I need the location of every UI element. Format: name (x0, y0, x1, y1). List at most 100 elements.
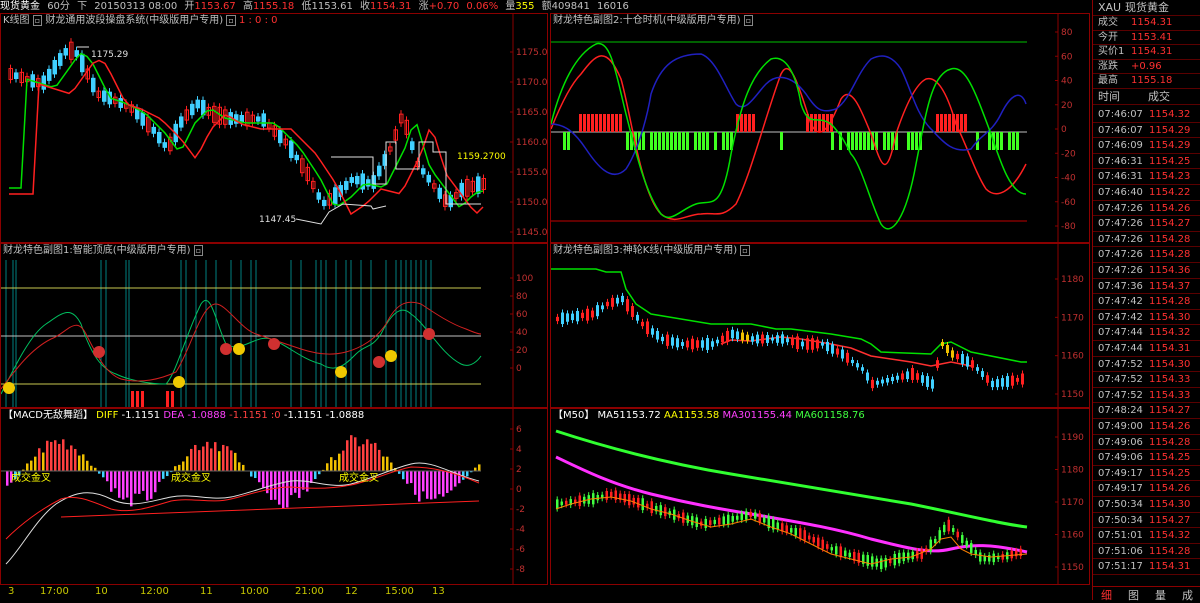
wheel-kline-panel[interactable]: 财龙特色副图3:神轮K线(中级版用户专用) ▫ 1180 1170 1160 1150 (550, 243, 1090, 408)
tick-row[interactable]: 07:47:26 1154.28 (1093, 247, 1200, 263)
axis-tick-label: 1150 (1061, 390, 1084, 400)
symbol-name[interactable]: 现货黄金 (0, 1, 40, 12)
tick-row[interactable]: 07:51:06 1154.28 (1093, 544, 1200, 560)
timing-bar-red (603, 114, 606, 132)
macd-bar (150, 471, 153, 499)
collapse-icon[interactable]: ▫ (740, 245, 750, 256)
macd-bar (254, 471, 257, 478)
tick-row[interactable]: 07:47:26 1154.36 (1093, 263, 1200, 279)
tick-row[interactable]: 07:49:06 1154.28 (1093, 435, 1200, 451)
collapse-icon[interactable]: ▫ (32, 15, 43, 26)
macd-bar (190, 448, 193, 471)
tick-row[interactable]: 07:49:00 1154.26 (1093, 419, 1200, 435)
macd-bar (54, 440, 57, 471)
candle (195, 99, 200, 109)
macd-bar (262, 471, 265, 488)
tick-row[interactable]: 07:46:40 1154.22 (1093, 185, 1200, 201)
candle (926, 376, 929, 387)
candle (278, 129, 283, 144)
macd-bar (130, 471, 133, 507)
candle (576, 310, 579, 322)
timing-indicator-title: 财龙特色副图2:十仓时机(中级版用户专用) ▫ (553, 14, 754, 27)
tick-row[interactable]: 07:47:44 1154.31 (1093, 341, 1200, 357)
axis-tick-label: 60 (1061, 52, 1073, 62)
timing-bar-green (682, 132, 685, 150)
sidebar-header: XAU 现货黄金 (1093, 0, 1200, 16)
candle (721, 335, 724, 343)
timing-bar-red (579, 114, 582, 132)
sidebar-tab[interactable]: 成 (1174, 587, 1200, 603)
candle (956, 531, 959, 538)
tick-row[interactable]: 07:47:52 1154.33 (1093, 372, 1200, 388)
timing-indicator-panel[interactable]: 财龙特色副图2:十仓时机(中级版用户专用) ▫ 80 60 40 20 0 -20 -40 -… (550, 13, 1090, 243)
tick-row[interactable]: 07:46:07 1154.32 (1093, 107, 1200, 123)
candle (871, 556, 874, 567)
candle (52, 59, 57, 75)
timing-bar-green (907, 132, 910, 150)
candle (661, 336, 664, 342)
kline-panel[interactable]: K线图 ▫ 财龙通用波段操盘系统(中级版用户专用) ▫ 1 : 0 : 0 11… (0, 13, 548, 243)
collapse-icon[interactable]: ▫ (193, 245, 204, 256)
tick-row[interactable]: 07:46:09 1154.29 (1093, 138, 1200, 154)
tick-row[interactable]: 07:47:44 1154.32 (1093, 325, 1200, 341)
sidebar-tab[interactable]: 细 (1093, 587, 1120, 603)
tick-row[interactable]: 07:46:07 1154.29 (1093, 123, 1200, 139)
collapse-icon[interactable]: ▫ (226, 15, 236, 26)
axis-tick-label: 1180 (1061, 466, 1084, 476)
tick-row[interactable]: 07:47:36 1154.37 (1093, 279, 1200, 295)
sidebar-tab[interactable]: 图 (1120, 587, 1147, 603)
tick-row[interactable]: 07:50:34 1154.30 (1093, 497, 1200, 513)
tick-price: 1154.26 (1149, 421, 1191, 432)
tick-row[interactable]: 07:51:17 1154.31 (1093, 559, 1200, 575)
sidebar-tab[interactable]: 量 (1147, 587, 1174, 603)
wheel-kline-title: 财龙特色副图3:神轮K线(中级版用户专用) ▫ (553, 244, 750, 257)
candle (931, 379, 934, 389)
candle (771, 337, 774, 341)
smart-top-bottom-panel[interactable]: 财龙特色副图1:智能顶底(中级版用户专用) ▫ 100 80 60 40 20 0 (0, 243, 548, 408)
quote-label: 成交 (1098, 17, 1118, 28)
candle (803, 530, 806, 541)
tick-row[interactable]: 07:46:31 1154.23 (1093, 169, 1200, 185)
period-label[interactable]: 60分 (47, 1, 70, 12)
candle (628, 494, 631, 506)
timing-bar-green (670, 132, 673, 150)
quote-value: 1155.18 (1131, 75, 1173, 87)
axis-tick-label: 80 (1061, 28, 1073, 38)
candle (796, 336, 799, 350)
macd-panel[interactable]: 【MACD无敌舞蹈】 DIFF -1.1151 DEA -1.0888 -1.1… (0, 408, 548, 585)
tick-row[interactable]: 07:47:26 1154.27 (1093, 216, 1200, 232)
tick-row[interactable]: 07:49:17 1154.25 (1093, 466, 1200, 482)
moving-average-panel[interactable]: 【M50】 MA51153.72 AA1153.58 MA301155.44 M… (550, 408, 1090, 585)
candle (179, 116, 184, 128)
tick-row[interactable]: 07:47:52 1154.33 (1093, 388, 1200, 404)
time-axis-label: 13 (432, 586, 445, 597)
macd-bar (30, 460, 33, 471)
tick-row[interactable]: 07:47:26 1154.28 (1093, 232, 1200, 248)
tick-row[interactable]: 07:50:34 1154.27 (1093, 513, 1200, 529)
collapse-icon[interactable]: ▫ (743, 15, 754, 26)
axis-tick-label: 1165.0 (516, 108, 547, 118)
timing-bar-red (752, 114, 755, 132)
bottom-signal-smiley (385, 350, 397, 362)
macd-bar (478, 464, 481, 471)
tick-price: 1154.33 (1149, 374, 1191, 386)
tick-row[interactable]: 07:49:17 1154.26 (1093, 481, 1200, 497)
tick-row[interactable]: 07:47:52 1154.30 (1093, 357, 1200, 373)
timing-bar-green (686, 132, 689, 150)
tick-row[interactable]: 07:48:24 1154.27 (1093, 403, 1200, 419)
tick-row[interactable]: 07:46:31 1154.25 (1093, 154, 1200, 170)
macd-bar (114, 471, 117, 489)
candle (806, 338, 809, 350)
quote-row: 最高 1155.18 (1093, 74, 1200, 89)
tick-row[interactable]: 07:47:42 1154.28 (1093, 294, 1200, 310)
tick-price: 1154.28 (1149, 436, 1191, 448)
tick-row[interactable]: 07:49:06 1154.25 (1093, 450, 1200, 466)
candle (821, 539, 824, 549)
tick-row[interactable]: 07:47:26 1154.26 (1093, 201, 1200, 217)
tick-row[interactable]: 07:51:01 1154.32 (1093, 528, 1200, 544)
macd-name: 【MACD无敌舞蹈】 (3, 410, 93, 421)
tick-row[interactable]: 07:47:42 1154.30 (1093, 310, 1200, 326)
candle (731, 516, 734, 522)
macd-bar (182, 461, 185, 471)
tick-price: 1154.28 (1149, 233, 1191, 245)
